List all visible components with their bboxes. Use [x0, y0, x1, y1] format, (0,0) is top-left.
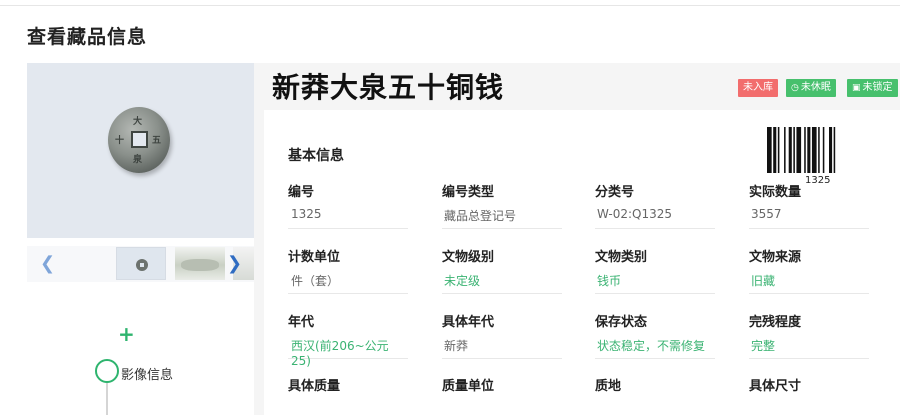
chevron-right-icon[interactable]: ❯	[227, 253, 242, 274]
field-label-specific-size: 具体尺寸	[749, 379, 802, 394]
lock-icon: ▣	[852, 83, 861, 93]
barcode-bar	[793, 127, 795, 173]
field-label-count-unit: 计数单位	[288, 250, 341, 265]
barcode-bar	[784, 127, 786, 173]
barcode-bar	[767, 127, 772, 173]
section-title-basic-info: 基本信息	[288, 148, 344, 164]
barcode-bar	[777, 127, 780, 173]
barcode-bar	[807, 127, 811, 173]
field-value-relic-category: 钱币	[595, 272, 715, 294]
timeline-node	[95, 359, 119, 383]
status-badge-not-locked: ▣ 未锁定	[847, 79, 898, 97]
field-value-actual-quantity: 3557	[749, 207, 869, 229]
field-value-relic-source: 旧藏	[749, 272, 869, 294]
status-badge-not-dormant: ◷ 未休眠	[786, 79, 836, 97]
barcode-bar	[788, 127, 792, 173]
field-label-relic-source: 文物来源	[749, 250, 802, 265]
field-label-actual-quantity: 实际数量	[749, 185, 802, 200]
field-value-count-unit: 件（套）	[288, 272, 408, 294]
field-label-relic-category: 文物类别	[595, 250, 648, 265]
barcode-number: 1325	[805, 175, 831, 186]
barcode-bar	[833, 127, 836, 173]
chevron-left-icon[interactable]: ❮	[40, 253, 55, 274]
field-value-era: 西汉(前206~公元25)	[288, 337, 408, 368]
timeline-line	[106, 383, 108, 415]
field-label-mass-unit: 质量单位	[442, 379, 495, 394]
thumbnail-2[interactable]	[175, 247, 225, 280]
thumbnail-strip: ❮ ❯	[27, 246, 254, 282]
barcode-bar	[829, 127, 833, 173]
field-label-material: 质地	[595, 379, 622, 394]
barcode-bar	[811, 127, 817, 173]
field-value-specific-size	[749, 401, 869, 415]
page-title: 查看藏品信息	[27, 26, 148, 48]
field-value-preservation-state: 状态稳定，不需修复	[595, 337, 715, 359]
field-label-preservation-state: 保存状态	[595, 315, 648, 330]
field-label-specific-era: 具体年代	[442, 315, 495, 330]
field-value-id: 1325	[288, 207, 408, 229]
field-label-relic-grade: 文物级别	[442, 250, 495, 265]
coin-image: 大 泉 十 五	[108, 107, 170, 173]
barcode-bar	[804, 127, 806, 173]
field-value-specific-era: 新莽	[442, 337, 562, 359]
coin-character-bottom: 泉	[133, 155, 143, 165]
field-value-classification: W-02:Q1325	[595, 207, 715, 229]
field-label-specific-mass: 具体质量	[288, 379, 341, 394]
clock-icon: ◷	[791, 83, 799, 93]
barcode-bar	[822, 127, 825, 173]
field-label-classification: 分类号	[595, 185, 635, 200]
thumbnail-1[interactable]	[116, 247, 166, 280]
field-label-completeness: 完残程度	[749, 315, 802, 330]
main-image-preview[interactable]: 大 泉 十 五	[27, 63, 254, 238]
field-value-mass-unit	[442, 401, 562, 415]
coin-character-left: 十	[115, 136, 125, 146]
field-value-completeness: 完整	[749, 337, 869, 359]
field-value-material	[595, 401, 715, 415]
field-value-specific-mass	[288, 401, 408, 415]
barcode-bar	[773, 127, 777, 173]
barcode-bar	[818, 127, 820, 173]
coin-character-right: 五	[152, 136, 162, 146]
barcode	[767, 127, 836, 173]
timeline-label-image-info[interactable]: 影像信息	[121, 364, 174, 383]
field-label-era: 年代	[288, 315, 315, 330]
field-value-id-type: 藏品总登记号	[442, 207, 562, 229]
status-badge-not-stored: 未入库	[738, 79, 778, 97]
field-label-id: 编号	[288, 185, 315, 200]
top-divider	[0, 5, 900, 6]
plus-icon[interactable]: +	[118, 324, 135, 344]
object-title: 新莽大泉五十铜钱	[272, 71, 505, 104]
field-label-id-type: 编号类型	[442, 185, 495, 200]
field-value-relic-grade: 未定级	[442, 272, 562, 294]
coin-square-hole	[131, 131, 148, 148]
barcode-bar	[796, 127, 802, 173]
coin-character-top: 大	[133, 117, 143, 127]
